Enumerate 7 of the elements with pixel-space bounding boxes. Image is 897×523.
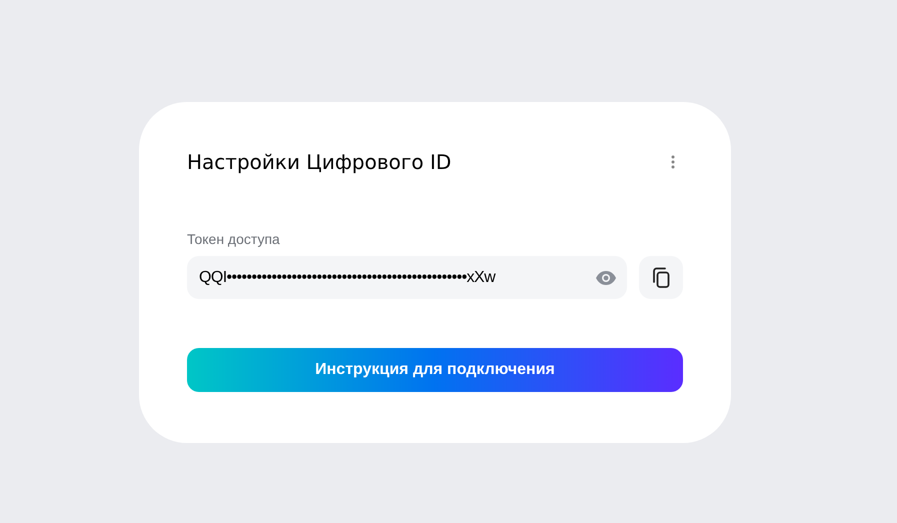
instructions-button[interactable]: Инструкция для подключения	[187, 348, 683, 392]
copy-button[interactable]	[639, 256, 683, 299]
copy-icon	[651, 266, 671, 288]
token-field[interactable]: QQI••••••••••••••••••••••••••••••••••••••••••••••••xXw	[187, 256, 627, 299]
field-label: Токен доступа	[187, 231, 281, 247]
eye-icon[interactable]	[595, 270, 617, 286]
card-title: Настройки Цифрового ID	[187, 150, 452, 174]
